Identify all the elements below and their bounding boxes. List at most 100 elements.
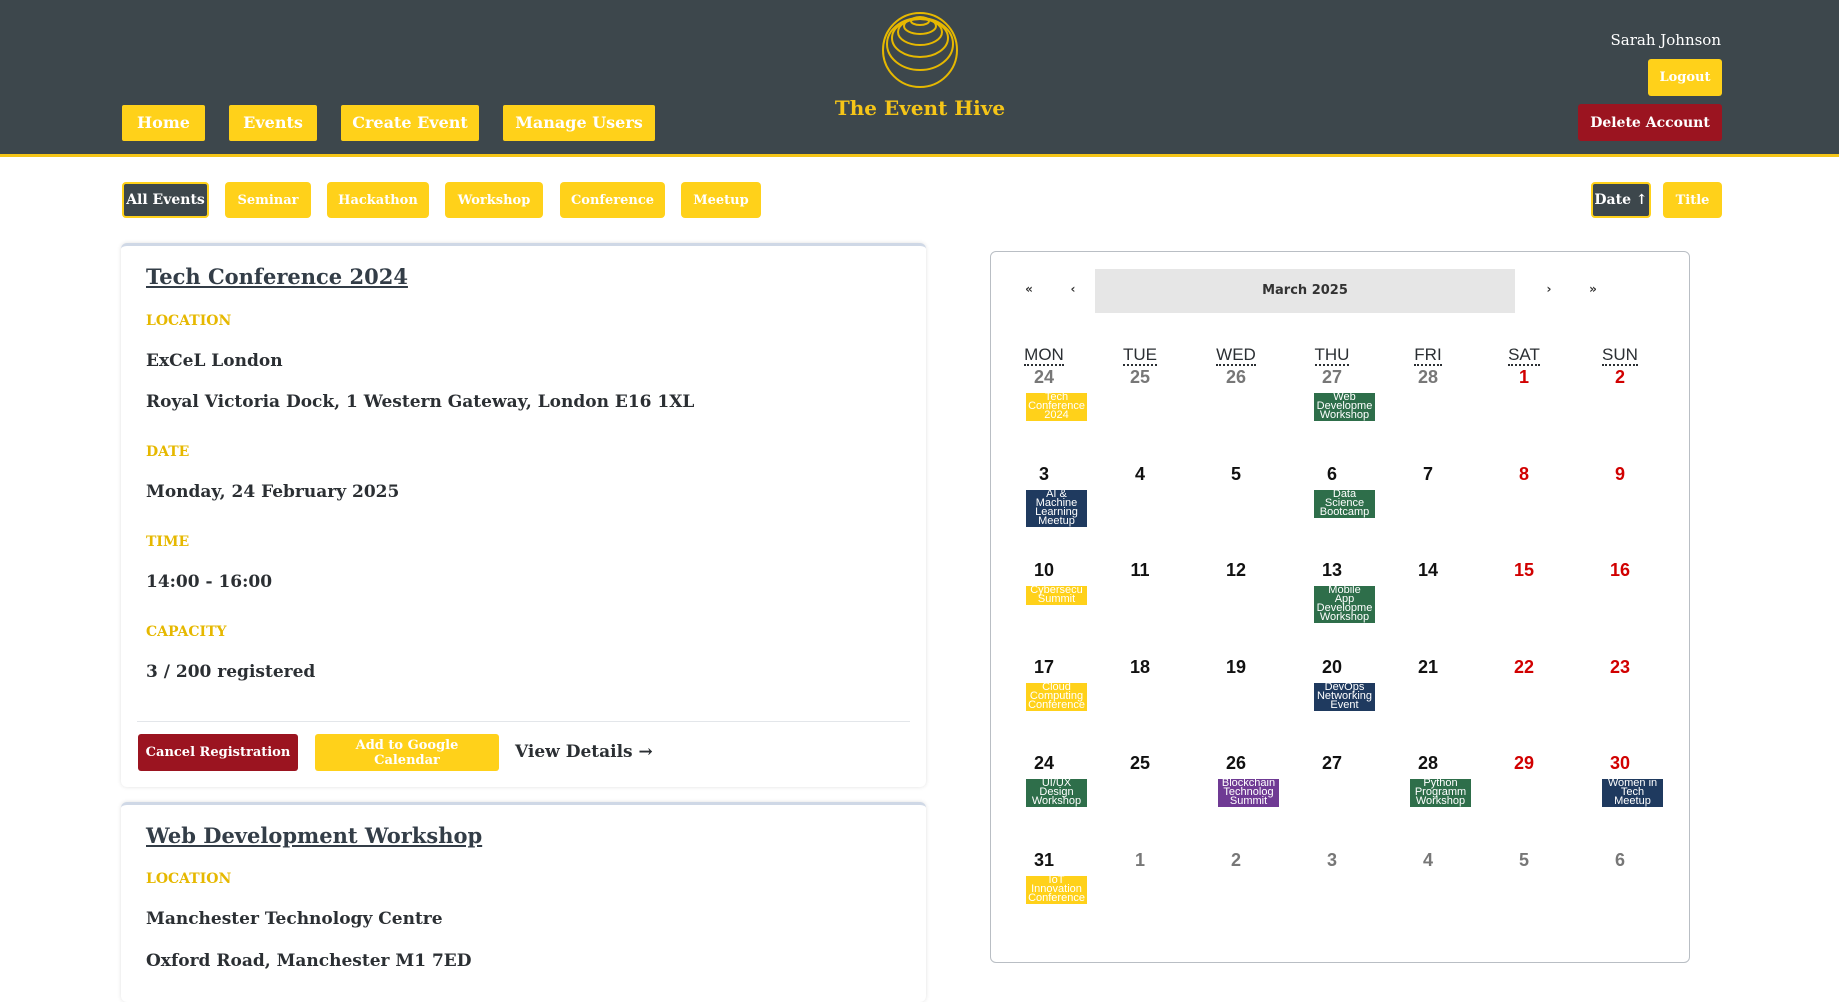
calendar-day[interactable]: 6 [1572, 850, 1668, 871]
calendar-event[interactable]: Cybersecu Summit [1026, 586, 1087, 605]
calendar-day[interactable]: 16 [1572, 560, 1668, 581]
calendar-day[interactable]: 1 [1092, 850, 1188, 871]
next-month-button[interactable]: › [1529, 267, 1569, 311]
calendar-day[interactable]: 28 [1380, 367, 1476, 388]
weekday-header: TUE [1123, 345, 1157, 366]
calendar-day[interactable]: 3 [996, 464, 1092, 485]
weekday-header: WED [1216, 345, 1256, 366]
hive-logo-icon[interactable] [880, 10, 960, 90]
site-header: Home Events Create Event Manage Users Th… [0, 0, 1839, 157]
calendar-event[interactable]: IoT Innovation Conference [1026, 875, 1087, 904]
calendar-day[interactable]: 4 [1380, 850, 1476, 871]
calendar-day[interactable]: 28 [1380, 753, 1476, 774]
calendar-event[interactable]: DevOps Networking Event [1314, 682, 1375, 711]
calendar-event[interactable]: Blockchain Technolog Summit [1218, 779, 1279, 807]
event-card: Tech Conference 2024 LOCATION ExCeL Lond… [121, 243, 926, 787]
calendar-day[interactable]: 10 [996, 560, 1092, 581]
calendar-event[interactable]: Web Developme Workshop [1314, 393, 1375, 421]
calendar-day[interactable]: 27 [1284, 753, 1380, 774]
calendar-day[interactable]: 15 [1476, 560, 1572, 581]
event-card: Web Development Workshop LOCATION Manche… [121, 802, 926, 1002]
calendar-day[interactable]: 26 [1188, 753, 1284, 774]
prev-month-button[interactable]: ‹ [1053, 267, 1093, 311]
event-title[interactable]: Tech Conference 2024 [146, 264, 408, 289]
logout-button[interactable]: Logout [1648, 59, 1722, 96]
calendar-day[interactable]: 24 [996, 367, 1092, 388]
brand-name[interactable]: The Event Hive [820, 96, 1020, 120]
calendar-day[interactable]: 22 [1476, 657, 1572, 678]
filter-all-events[interactable]: All Events [122, 182, 209, 218]
add-to-google-calendar-button[interactable]: Add to Google Calendar [315, 734, 499, 771]
calendar-day[interactable]: 6 [1284, 464, 1380, 485]
calendar: « ‹ March 2025 › » MON TUE WED THU FRI SAT SUN… [990, 251, 1690, 963]
event-venue: ExCeL London [146, 351, 283, 371]
filter-conference[interactable]: Conference [560, 182, 665, 218]
event-capacity: 3 / 200 registered [146, 662, 316, 682]
calendar-day[interactable]: 8 [1476, 464, 1572, 485]
calendar-event[interactable]: Women in Tech Meetup [1602, 779, 1663, 807]
calendar-day[interactable]: 2 [1188, 850, 1284, 871]
sort-title-button[interactable]: Title [1663, 182, 1722, 218]
prev-year-button[interactable]: « [1009, 267, 1049, 311]
calendar-event[interactable]: Tech Conference 2024 [1026, 393, 1087, 421]
calendar-event[interactable]: UI/UX Design Workshop [1026, 779, 1087, 807]
filter-meetup[interactable]: Meetup [681, 182, 761, 218]
calendar-day[interactable]: 3 [1284, 850, 1380, 871]
event-address: Oxford Road, Manchester M1 7ED [146, 951, 472, 971]
calendar-day[interactable]: 25 [1092, 753, 1188, 774]
calendar-day[interactable]: 21 [1380, 657, 1476, 678]
calendar-day[interactable]: 1 [1476, 367, 1572, 388]
calendar-day[interactable]: 24 [996, 753, 1092, 774]
calendar-day[interactable]: 11 [1092, 560, 1188, 581]
capacity-label: CAPACITY [146, 624, 227, 640]
view-details-link[interactable]: View Details → [515, 742, 653, 762]
calendar-month-label[interactable]: March 2025 [1095, 269, 1515, 313]
nav-events-button[interactable]: Events [229, 105, 317, 141]
calendar-day[interactable]: 19 [1188, 657, 1284, 678]
cancel-registration-button[interactable]: Cancel Registration [138, 734, 298, 771]
card-divider [137, 721, 910, 722]
calendar-day[interactable]: 26 [1188, 367, 1284, 388]
user-name: Sarah Johnson [1610, 31, 1721, 49]
calendar-day[interactable]: 18 [1092, 657, 1188, 678]
calendar-event[interactable]: Cloud Computing Conference [1026, 682, 1087, 711]
location-label: LOCATION [146, 871, 232, 887]
calendar-day[interactable]: 31 [996, 850, 1092, 871]
nav-create-event-button[interactable]: Create Event [341, 105, 479, 141]
calendar-day[interactable]: 25 [1092, 367, 1188, 388]
calendar-day[interactable]: 20 [1284, 657, 1380, 678]
weekday-header: SAT [1508, 345, 1540, 366]
calendar-event[interactable]: AI & Machine Learning Meetup [1026, 489, 1087, 527]
calendar-day[interactable]: 23 [1572, 657, 1668, 678]
calendar-event[interactable]: Python Programm Workshop [1410, 779, 1471, 807]
time-label: TIME [146, 534, 190, 550]
calendar-day[interactable]: 29 [1476, 753, 1572, 774]
event-venue: Manchester Technology Centre [146, 909, 443, 929]
filter-seminar[interactable]: Seminar [225, 182, 311, 218]
delete-account-button[interactable]: Delete Account [1578, 104, 1722, 141]
calendar-day[interactable]: 30 [1572, 753, 1668, 774]
nav-manage-users-button[interactable]: Manage Users [503, 105, 655, 141]
calendar-day[interactable]: 13 [1284, 560, 1380, 581]
calendar-day[interactable]: 27 [1284, 367, 1380, 388]
calendar-day[interactable]: 9 [1572, 464, 1668, 485]
calendar-day[interactable]: 4 [1092, 464, 1188, 485]
filter-workshop[interactable]: Workshop [445, 182, 543, 218]
next-year-button[interactable]: » [1573, 267, 1613, 311]
calendar-event[interactable]: Data Science Bootcamp [1314, 489, 1375, 518]
calendar-day[interactable]: 12 [1188, 560, 1284, 581]
weekday-header: FRI [1414, 345, 1442, 366]
calendar-day[interactable]: 17 [996, 657, 1092, 678]
calendar-day[interactable]: 5 [1188, 464, 1284, 485]
filter-hackathon[interactable]: Hackathon [327, 182, 429, 218]
nav-home-button[interactable]: Home [122, 105, 205, 141]
weekday-header: MON [1024, 345, 1064, 366]
calendar-event[interactable]: Mobile App Developme Workshop [1314, 586, 1375, 623]
calendar-day[interactable]: 5 [1476, 850, 1572, 871]
calendar-day[interactable]: 2 [1572, 367, 1668, 388]
calendar-day[interactable]: 7 [1380, 464, 1476, 485]
sort-date-button[interactable]: Date ↑ [1591, 182, 1651, 218]
date-label: DATE [146, 444, 190, 460]
calendar-day[interactable]: 14 [1380, 560, 1476, 581]
event-title[interactable]: Web Development Workshop [146, 823, 482, 848]
